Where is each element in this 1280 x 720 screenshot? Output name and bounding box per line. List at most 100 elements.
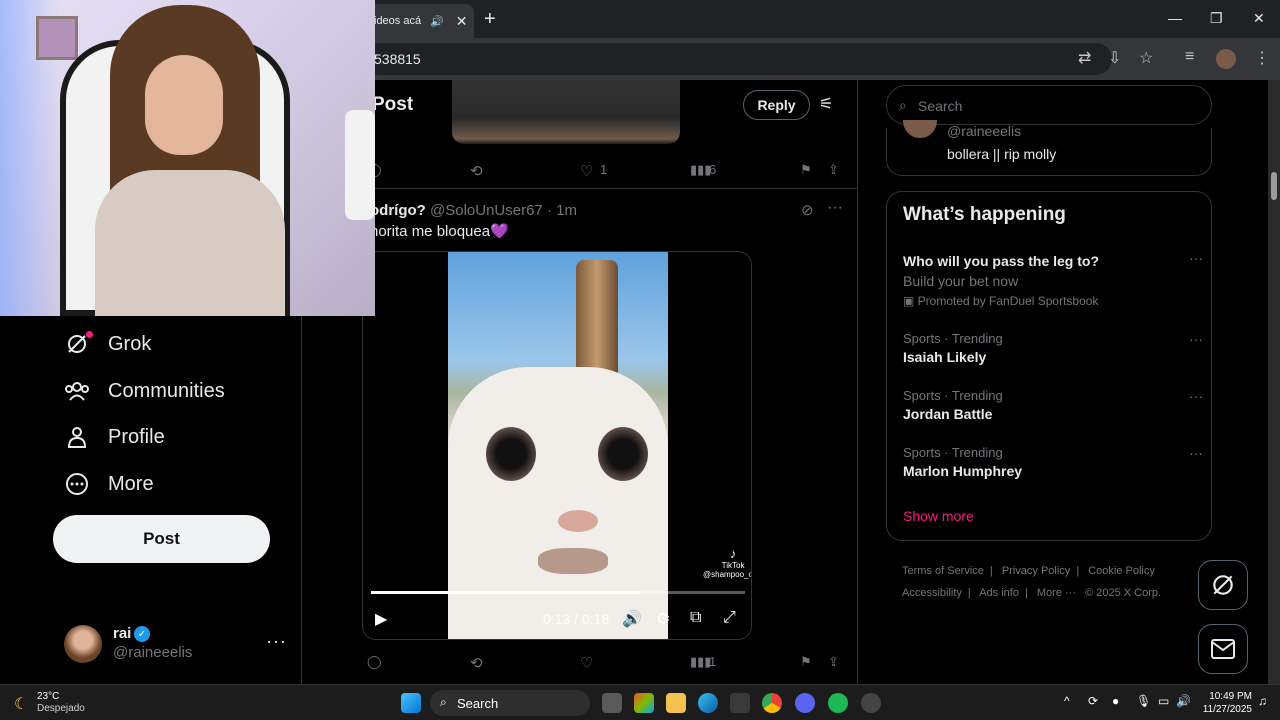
restore-icon[interactable]: ❐ — [1210, 10, 1223, 27]
clock-time: 10:49 PM — [1209, 691, 1252, 702]
bookmark-icon[interactable]: ⚑ — [800, 654, 812, 670]
system-clock[interactable]: 10:49 PM 11/27/2025 — [1196, 690, 1252, 716]
terms-link[interactable]: Terms of Service — [902, 565, 984, 577]
tiktok-logo-icon: ♪ — [729, 546, 737, 561]
repost-icon[interactable]: ⟲ — [470, 654, 483, 672]
profile-avatar-icon[interactable] — [1216, 49, 1236, 69]
video-cliff — [576, 260, 618, 380]
trend-more-icon[interactable]: ··· — [1189, 250, 1203, 266]
bookmark-icon[interactable]: ⚑ — [800, 162, 812, 178]
show-more-link[interactable]: Show more — [903, 508, 974, 524]
ads-info-link[interactable]: Ads info — [979, 587, 1019, 599]
previous-post-media[interactable] — [452, 80, 680, 144]
play-icon[interactable]: ▶ — [375, 609, 387, 629]
url-field[interactable] — [362, 43, 1112, 75]
new-tab-icon[interactable]: + — [484, 8, 496, 31]
tweet-time[interactable]: · 1m — [547, 202, 577, 219]
share-icon[interactable]: ⇪ — [828, 654, 839, 670]
notification-bell-icon[interactable]: ♫ — [1258, 694, 1267, 708]
chrome-icon[interactable] — [762, 693, 782, 713]
nav-item-grok[interactable]: Grok — [64, 329, 151, 359]
trend-more-icon[interactable]: ··· — [1189, 388, 1203, 404]
share-icon[interactable]: ⇪ — [828, 162, 839, 178]
post-header: Post Reply ⚟ — [302, 80, 857, 144]
privacy-link[interactable]: Privacy Policy — [1002, 565, 1070, 577]
install-app-icon[interactable]: ⇩ — [1108, 48, 1121, 68]
like-icon[interactable]: ♡ — [580, 162, 593, 180]
microphone-icon[interactable]: 🎙 — [1136, 694, 1151, 708]
profile-icon — [64, 424, 90, 450]
nav-item-more[interactable]: More — [64, 469, 154, 499]
tweet-author[interactable]: odrígo? — [370, 202, 426, 219]
fullscreen-icon[interactable]: ⤢ — [723, 609, 736, 627]
like-icon[interactable]: ♡ — [580, 654, 593, 672]
obs-icon[interactable] — [861, 693, 881, 713]
volume-icon[interactable]: 🔊 — [622, 609, 642, 629]
video-eye-right — [598, 427, 648, 481]
scrollbar-thumb[interactable] — [1271, 172, 1277, 200]
picture-in-picture-icon[interactable]: ⧉ — [690, 609, 701, 627]
tray-overflow-icon[interactable]: ^ — [1064, 694, 1070, 708]
video-progress-fill — [371, 591, 641, 594]
search-input[interactable]: ⌕ Search — [886, 85, 1212, 125]
taskbar-search[interactable]: ⌕ Search — [430, 690, 590, 716]
close-window-icon[interactable]: ✕ — [1253, 10, 1265, 27]
nav-item-profile[interactable]: Profile — [64, 422, 165, 452]
user-card[interactable]: @raineeelis bollera || rip molly — [886, 120, 1212, 176]
cookie-link[interactable]: Cookie Policy — [1088, 565, 1155, 577]
grok-icon — [64, 331, 93, 357]
trend-item[interactable]: Sports · Trending Jordan Battle ··· — [903, 388, 1203, 422]
messages-fab-icon[interactable] — [1198, 624, 1248, 674]
grok-fab-icon[interactable] — [1198, 560, 1248, 610]
trend-more-icon[interactable]: ··· — [1189, 331, 1203, 347]
trend-promoted[interactable]: Who will you pass the leg to? Build your… — [903, 250, 1203, 308]
whats-happening-panel: What’s happening Who will you pass the l… — [886, 191, 1212, 541]
page-scrollbar[interactable] — [1268, 80, 1280, 684]
tab-title: ideos acá par — [374, 15, 424, 27]
volume-icon[interactable]: 🔊 — [1176, 694, 1191, 708]
edge-browser-icon[interactable] — [698, 693, 718, 713]
copilot-icon[interactable] — [634, 693, 654, 713]
tweet-handle[interactable]: @SoloUnUser67 — [430, 202, 543, 219]
browser-tab[interactable]: ideos acá par 🔊 ✕ — [362, 4, 474, 38]
minimize-icon[interactable]: — — [1168, 10, 1182, 26]
speaker-icon[interactable]: 🔊 — [430, 15, 444, 28]
account-name: rai — [113, 625, 132, 642]
tweet-text: horita me bloquea💜 — [370, 223, 509, 240]
post-button[interactable]: Post — [53, 515, 270, 563]
task-view-icon[interactable] — [602, 693, 622, 713]
windows-start-icon[interactable] — [401, 693, 421, 713]
trend-item[interactable]: Sports · Trending Isaiah Likely ··· — [903, 331, 1203, 365]
url-text: 538815 — [374, 51, 421, 67]
chrome-menu-icon[interactable]: ⋮ — [1254, 48, 1270, 68]
settings-gear-icon[interactable]: ⚙ — [656, 609, 670, 629]
tray-sync-icon[interactable]: ⟳ — [1088, 694, 1098, 708]
media-control-icon[interactable]: ≡ — [1185, 48, 1194, 66]
trend-item[interactable]: Sports · Trending Marlon Humphrey ··· — [903, 445, 1203, 479]
weather-condition: Despejado — [37, 703, 85, 714]
accessibility-link[interactable]: Accessibility — [902, 587, 962, 599]
discord-icon[interactable] — [795, 693, 815, 713]
nav-item-communities[interactable]: Communities — [64, 376, 225, 406]
account-more-icon[interactable]: ··· — [266, 631, 287, 652]
file-explorer-icon[interactable] — [666, 693, 686, 713]
reply-icon[interactable]: ◯ — [367, 654, 382, 670]
grok-explain-icon[interactable]: ⊘ — [801, 201, 814, 219]
bookmark-star-icon[interactable]: ☆ — [1139, 48, 1153, 68]
reply-button[interactable]: Reply — [743, 90, 810, 120]
video-progress-bar[interactable] — [371, 591, 745, 594]
tray-app-icon[interactable]: ● — [1112, 694, 1119, 708]
tweet-more-icon[interactable]: ··· — [827, 199, 843, 217]
repost-icon[interactable]: ⟲ — [470, 162, 483, 180]
network-icon[interactable]: ▭ — [1158, 694, 1169, 708]
trend-more-icon[interactable]: ··· — [1189, 445, 1203, 461]
webcam-body — [95, 170, 285, 316]
spotify-icon[interactable] — [828, 693, 848, 713]
filter-settings-icon[interactable]: ⚟ — [819, 94, 833, 114]
microsoft-store-icon[interactable] — [730, 693, 750, 713]
account-switcher[interactable]: rai ✓ @raineeelis ··· — [64, 625, 294, 665]
close-tab-icon[interactable]: ✕ — [456, 13, 468, 30]
translate-icon[interactable]: ⇄ — [1078, 48, 1091, 68]
video-player[interactable]: ♪ TikTok @shampoo_owo ▶ 0:13 / 0:18 🔊 ⚙ … — [362, 251, 752, 640]
more-link[interactable]: More ··· — [1037, 587, 1076, 599]
